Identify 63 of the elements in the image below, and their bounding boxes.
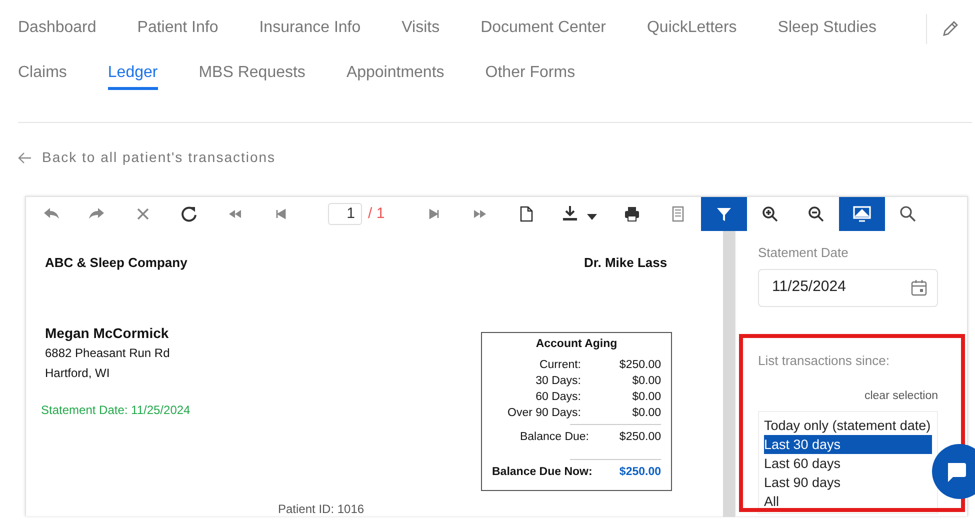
nav-tab[interactable]: QuickLetters: [646, 14, 737, 44]
field-label: List transactions since:: [758, 352, 891, 370]
field-label: Statement Date: [758, 244, 850, 262]
aging-label: Balance Due:: [520, 430, 589, 446]
aging-value: $250.00: [618, 430, 661, 446]
scrollbar[interactable]: [723, 231, 735, 517]
back-link[interactable]: Back to all patient's transactions: [42, 147, 276, 168]
toolbar-button[interactable]: [838, 197, 885, 231]
search-icon: [898, 205, 917, 223]
nav-tab[interactable]: Visits: [402, 14, 440, 44]
list-option[interactable]: All: [764, 492, 932, 511]
list-option[interactable]: Last 90 days: [764, 473, 932, 492]
nav-tab[interactable]: Appointments: [346, 58, 444, 90]
toolbar-button[interactable]: [700, 197, 747, 231]
filter-icon: [714, 205, 733, 223]
aging-label: 60 Days:: [536, 390, 581, 406]
patient-name: Megan McCormick: [45, 324, 169, 343]
nav-tab[interactable]: Sleep Studies: [778, 14, 877, 44]
doctor-name: Dr. Mike Lass: [584, 254, 668, 272]
aging-value: $0.00: [631, 406, 661, 422]
zoom-out-icon: [806, 205, 825, 223]
nav-tab[interactable]: Ledger: [108, 58, 158, 90]
nav-tab[interactable]: Dashboard: [18, 14, 96, 44]
list-box[interactable]: Today only (statement date) Last 30 days Last 60 days Last 90 days All: [758, 411, 938, 514]
list-option[interactable]: Today only (statement date): [764, 416, 932, 435]
page-total: / 1: [368, 204, 385, 224]
download-icon: [560, 205, 579, 223]
nav-tab[interactable]: Insurance Info: [259, 14, 361, 44]
aging-value: $250.00: [618, 465, 661, 480]
zoom-in-icon: [760, 205, 779, 223]
aging-label: Current:: [539, 358, 581, 374]
chat-bubble-icon: [945, 460, 967, 482]
arrow-left-icon: [18, 152, 32, 164]
company-name: ABC & Sleep Company: [45, 254, 188, 272]
aging-value: $250.00: [618, 358, 661, 374]
aging-label: 30 Days:: [536, 374, 581, 390]
aging-label: Over 90 Days:: [508, 406, 581, 422]
chat-button[interactable]: [932, 444, 975, 499]
aging-label: Balance Due Now:: [492, 465, 592, 480]
nav-tab[interactable]: MBS Requests: [198, 58, 306, 90]
printer-icon: [622, 205, 641, 223]
list-option[interactable]: Last 60 days: [764, 454, 932, 473]
aging-title: Account Aging: [534, 337, 618, 352]
caret-down-icon: [586, 214, 597, 220]
clear-selection-link[interactable]: clear selection: [864, 390, 938, 402]
list-option[interactable]: Last 30 days: [764, 435, 932, 454]
refresh-icon: [180, 205, 198, 223]
date-field[interactable]: 11/25/2024: [758, 268, 938, 306]
calendar-icon: [911, 279, 927, 296]
patient-id: Patient ID: 1016: [278, 502, 364, 516]
address-line: 6882 Pheasant Run Rd: [45, 345, 170, 362]
aging-value: $0.00: [631, 390, 661, 406]
pencil-icon: [941, 20, 959, 38]
aging-value: $0.00: [631, 374, 661, 390]
statement-date: Statement Date: 11/25/2024: [41, 402, 190, 419]
monitor-icon: [852, 205, 871, 223]
nav-tab[interactable]: Other Forms: [485, 58, 576, 90]
nav-tab[interactable]: Patient Info: [137, 14, 218, 44]
page-number-field[interactable]: 1: [328, 203, 362, 225]
nav-tab[interactable]: Document Center: [480, 14, 606, 44]
address-line: Hartford, WI: [45, 365, 110, 382]
nav-tab[interactable]: Claims: [18, 58, 67, 90]
date-value: 11/25/2024: [772, 277, 846, 298]
